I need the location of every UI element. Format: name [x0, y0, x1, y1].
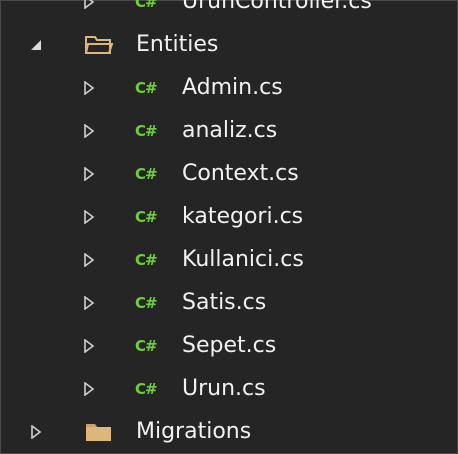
tree-item-file[interactable]: C# Sepet.cs [1, 324, 458, 367]
tree-item-file[interactable]: C# Admin.cs [1, 66, 458, 109]
tree-item-file[interactable]: C# analiz.cs [1, 109, 458, 152]
tree-item-label: UrunController.cs [182, 0, 372, 14]
tree-item-file[interactable]: C# kategori.cs [1, 195, 458, 238]
solution-explorer-tree: C# UrunController.cs Entities C# Admin.c… [1, 0, 458, 453]
collapsed-arrow-icon[interactable] [79, 207, 99, 227]
tree-item-file[interactable]: C# Urun.cs [1, 367, 458, 410]
tree-item-file[interactable]: C# Context.cs [1, 152, 458, 195]
tree-item-label: Entities [136, 32, 219, 57]
csharp-file-icon: C# [135, 336, 158, 355]
folder-closed-icon [84, 421, 114, 443]
collapsed-arrow-icon[interactable] [79, 250, 99, 270]
collapsed-arrow-icon[interactable] [79, 0, 99, 12]
collapsed-arrow-icon[interactable] [79, 121, 99, 141]
collapsed-arrow-icon[interactable] [79, 379, 99, 399]
csharp-file-icon: C# [135, 207, 158, 226]
tree-item-label: Kullanici.cs [182, 247, 304, 272]
csharp-file-icon: C# [135, 121, 158, 140]
csharp-file-icon: C# [135, 78, 158, 97]
tree-item-urun-controller[interactable]: C# UrunController.cs [1, 0, 458, 23]
collapsed-arrow-icon[interactable] [26, 422, 46, 442]
tree-item-entities-folder[interactable]: Entities [1, 23, 458, 66]
tree-item-label: analiz.cs [182, 118, 278, 143]
tree-item-file[interactable]: C# Kullanici.cs [1, 238, 458, 281]
tree-item-label: Urun.cs [182, 376, 266, 401]
tree-item-label: Context.cs [182, 161, 299, 186]
tree-item-label: Satis.cs [182, 290, 267, 315]
tree-item-label: Admin.cs [182, 75, 283, 100]
tree-item-label: Sepet.cs [182, 333, 277, 358]
tree-item-label: kategori.cs [182, 204, 304, 229]
collapsed-arrow-icon[interactable] [79, 78, 99, 98]
collapsed-arrow-icon[interactable] [79, 336, 99, 356]
tree-item-file[interactable]: C# Satis.cs [1, 281, 458, 324]
csharp-file-icon: C# [135, 164, 158, 183]
tree-item-migrations-folder[interactable]: Migrations [1, 410, 458, 453]
collapsed-arrow-icon[interactable] [79, 164, 99, 184]
collapsed-arrow-icon[interactable] [79, 293, 99, 313]
csharp-file-icon: C# [135, 0, 158, 11]
csharp-file-icon: C# [135, 379, 158, 398]
tree-item-label: Migrations [136, 419, 252, 444]
csharp-file-icon: C# [135, 250, 158, 269]
folder-open-icon [84, 34, 114, 56]
expanded-arrow-icon[interactable] [26, 35, 46, 55]
csharp-file-icon: C# [135, 293, 158, 312]
